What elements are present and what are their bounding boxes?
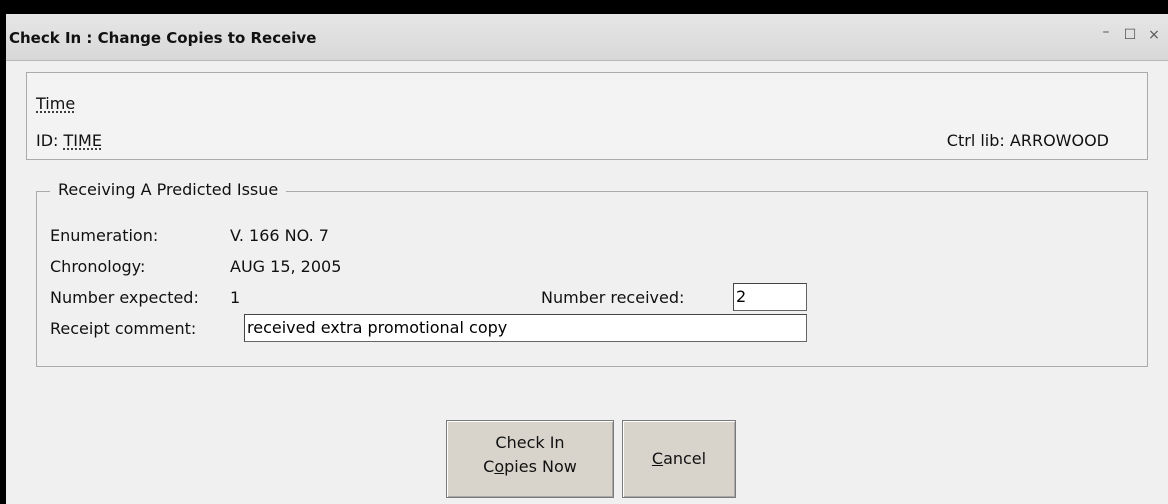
maximize-icon[interactable]: ☐	[1122, 27, 1138, 43]
ctrl-lib-label: Ctrl lib:	[946, 131, 1005, 150]
check-in-mnemonic: o	[494, 457, 505, 476]
receipt-comment-input[interactable]: received extra promotional copy	[244, 314, 807, 342]
cancel-button[interactable]: Cancel	[622, 420, 736, 498]
cancel-mnemonic: C	[651, 449, 664, 468]
enumeration-label: Enumeration:	[50, 226, 159, 245]
receiving-legend: Receiving A Predicted Issue	[50, 180, 287, 199]
title-info-panel: Time ID: TIME Ctrl lib: ARROWOOD	[26, 72, 1148, 160]
enumeration-value: V. 166 NO. 7	[230, 226, 329, 245]
number-expected-label: Number expected:	[50, 288, 199, 307]
number-received-input[interactable]: 2	[733, 283, 807, 311]
ctrl-lib-value: ARROWOOD	[1009, 131, 1109, 150]
title-link[interactable]: Time	[36, 94, 75, 113]
id-label: ID:	[36, 131, 59, 150]
close-icon[interactable]: ×	[1146, 27, 1162, 43]
check-in-dialog: Check In : Change Copies to Receive – ☐ …	[6, 14, 1168, 504]
chronology-value: AUG 15, 2005	[230, 257, 342, 276]
number-received-label: Number received:	[541, 288, 685, 307]
check-in-label-line2: Copies Now	[447, 455, 613, 479]
window-title: Check In : Change Copies to Receive	[9, 29, 317, 47]
chronology-label: Chronology:	[50, 257, 146, 276]
receiving-fieldset: Receiving A Predicted Issue Enumeration:…	[36, 180, 1148, 367]
ctrl-lib: Ctrl lib: ARROWOOD	[947, 131, 1109, 150]
minimize-icon[interactable]: –	[1098, 24, 1114, 40]
number-expected-value: 1	[230, 288, 241, 307]
id-row: ID: TIME	[36, 131, 102, 150]
receipt-comment-label: Receipt comment:	[50, 319, 197, 338]
cancel-label-rest: ancel	[663, 449, 707, 468]
title-bar[interactable]: Check In : Change Copies to Receive – ☐ …	[6, 14, 1168, 61]
check-in-copies-now-button[interactable]: Check In Copies Now	[446, 420, 614, 498]
check-in-label-prefix: C	[483, 457, 495, 476]
check-in-label-line1: Check In	[495, 433, 565, 452]
check-in-label-suffix: pies Now	[504, 457, 577, 476]
id-link[interactable]: TIME	[64, 131, 102, 150]
